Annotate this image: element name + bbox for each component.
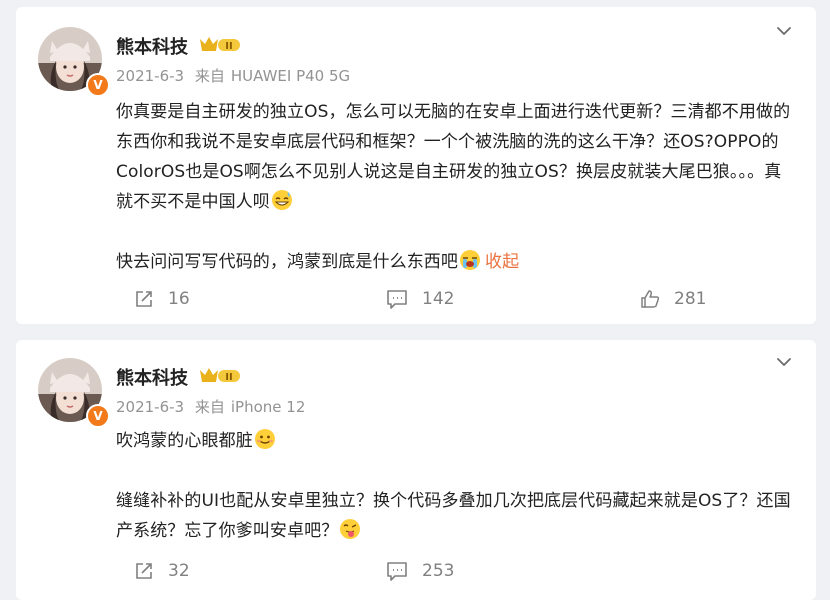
comment-icon (387, 290, 407, 309)
like-icon (641, 290, 660, 308)
badge-level: II (225, 41, 232, 52)
comment-icon (387, 562, 407, 581)
repost-count: 32 (168, 561, 190, 581)
repost-button[interactable]: 16 (134, 289, 190, 309)
post-card: V 熊本科技 II 2021-6-3 来自 iPhone 12 吹鸿蒙的心眼都脏 … (16, 340, 816, 600)
repost-button[interactable]: 32 (134, 561, 190, 581)
comment-count: 142 (422, 289, 455, 309)
crying-emoji (460, 250, 480, 270)
member-badge-icon[interactable]: II (198, 35, 242, 55)
post-card: V 熊本科技 II 2021-6-3 来自 HUAWEI P40 5G 你真要是自… (16, 7, 816, 324)
source-prefix: 来自 (194, 398, 225, 416)
avatar[interactable]: V (38, 27, 110, 97)
smile-emoji (254, 429, 275, 449)
comment-button[interactable]: 142 (386, 289, 454, 309)
post-body: 你真要是自主研发的独立OS，怎么可以无脑的在安卓上面进行迭代更新？三清都不用做的… (116, 97, 798, 277)
verified-icon: V (86, 404, 110, 428)
like-count: 281 (674, 289, 707, 309)
post-meta: 2021-6-3 来自 iPhone 12 (116, 396, 311, 417)
badge-level: II (225, 372, 232, 383)
collapse-link[interactable]: 收起 (485, 252, 519, 272)
post-meta: 2021-6-3 来自 HUAWEI P40 5G (116, 65, 356, 86)
device-name: HUAWEI P40 5G (230, 67, 351, 85)
repost-icon (136, 291, 152, 307)
action-bar: 16 142 281 (16, 289, 816, 313)
like-button[interactable]: 281 (640, 289, 706, 309)
comment-button[interactable]: 253 (386, 561, 454, 581)
username[interactable]: 熊本科技 (116, 364, 188, 390)
post-text-paragraph: 吹鸿蒙的心眼都脏 (116, 426, 798, 456)
chevron-down-icon[interactable] (776, 23, 792, 39)
post-body: 吹鸿蒙的心眼都脏 缝缝补补的UI也配从安卓里独立？换个代码多叠加几次把底层代码藏… (116, 426, 798, 546)
comment-count: 253 (422, 561, 455, 581)
repost-icon (136, 563, 152, 579)
tongue-emoji (340, 519, 361, 539)
grin-sweat-emoji (271, 190, 292, 210)
post-date[interactable]: 2021-6-3 (116, 67, 184, 85)
device-name: iPhone 12 (230, 398, 306, 416)
avatar[interactable]: V (38, 358, 110, 428)
post-text-paragraph: 缝缝补补的UI也配从安卓里独立？换个代码多叠加几次把底层代码藏起来就是OS了？还… (116, 491, 791, 541)
action-bar: 32 253 (16, 561, 816, 585)
source-prefix: 来自 (194, 67, 225, 85)
verified-icon: V (86, 73, 110, 97)
chevron-down-icon[interactable] (776, 354, 792, 370)
post-text-paragraph: 你真要是自主研发的独立OS，怎么可以无脑的在安卓上面进行迭代更新？三清都不用做的… (116, 102, 791, 212)
post-date[interactable]: 2021-6-3 (116, 398, 184, 416)
repost-count: 16 (168, 289, 190, 309)
post-text-paragraph: 快去问问写写代码的，鸿蒙到底是什么东西吧 收起 (116, 247, 798, 277)
username[interactable]: 熊本科技 (116, 33, 188, 59)
member-badge-icon[interactable]: II (198, 366, 242, 386)
